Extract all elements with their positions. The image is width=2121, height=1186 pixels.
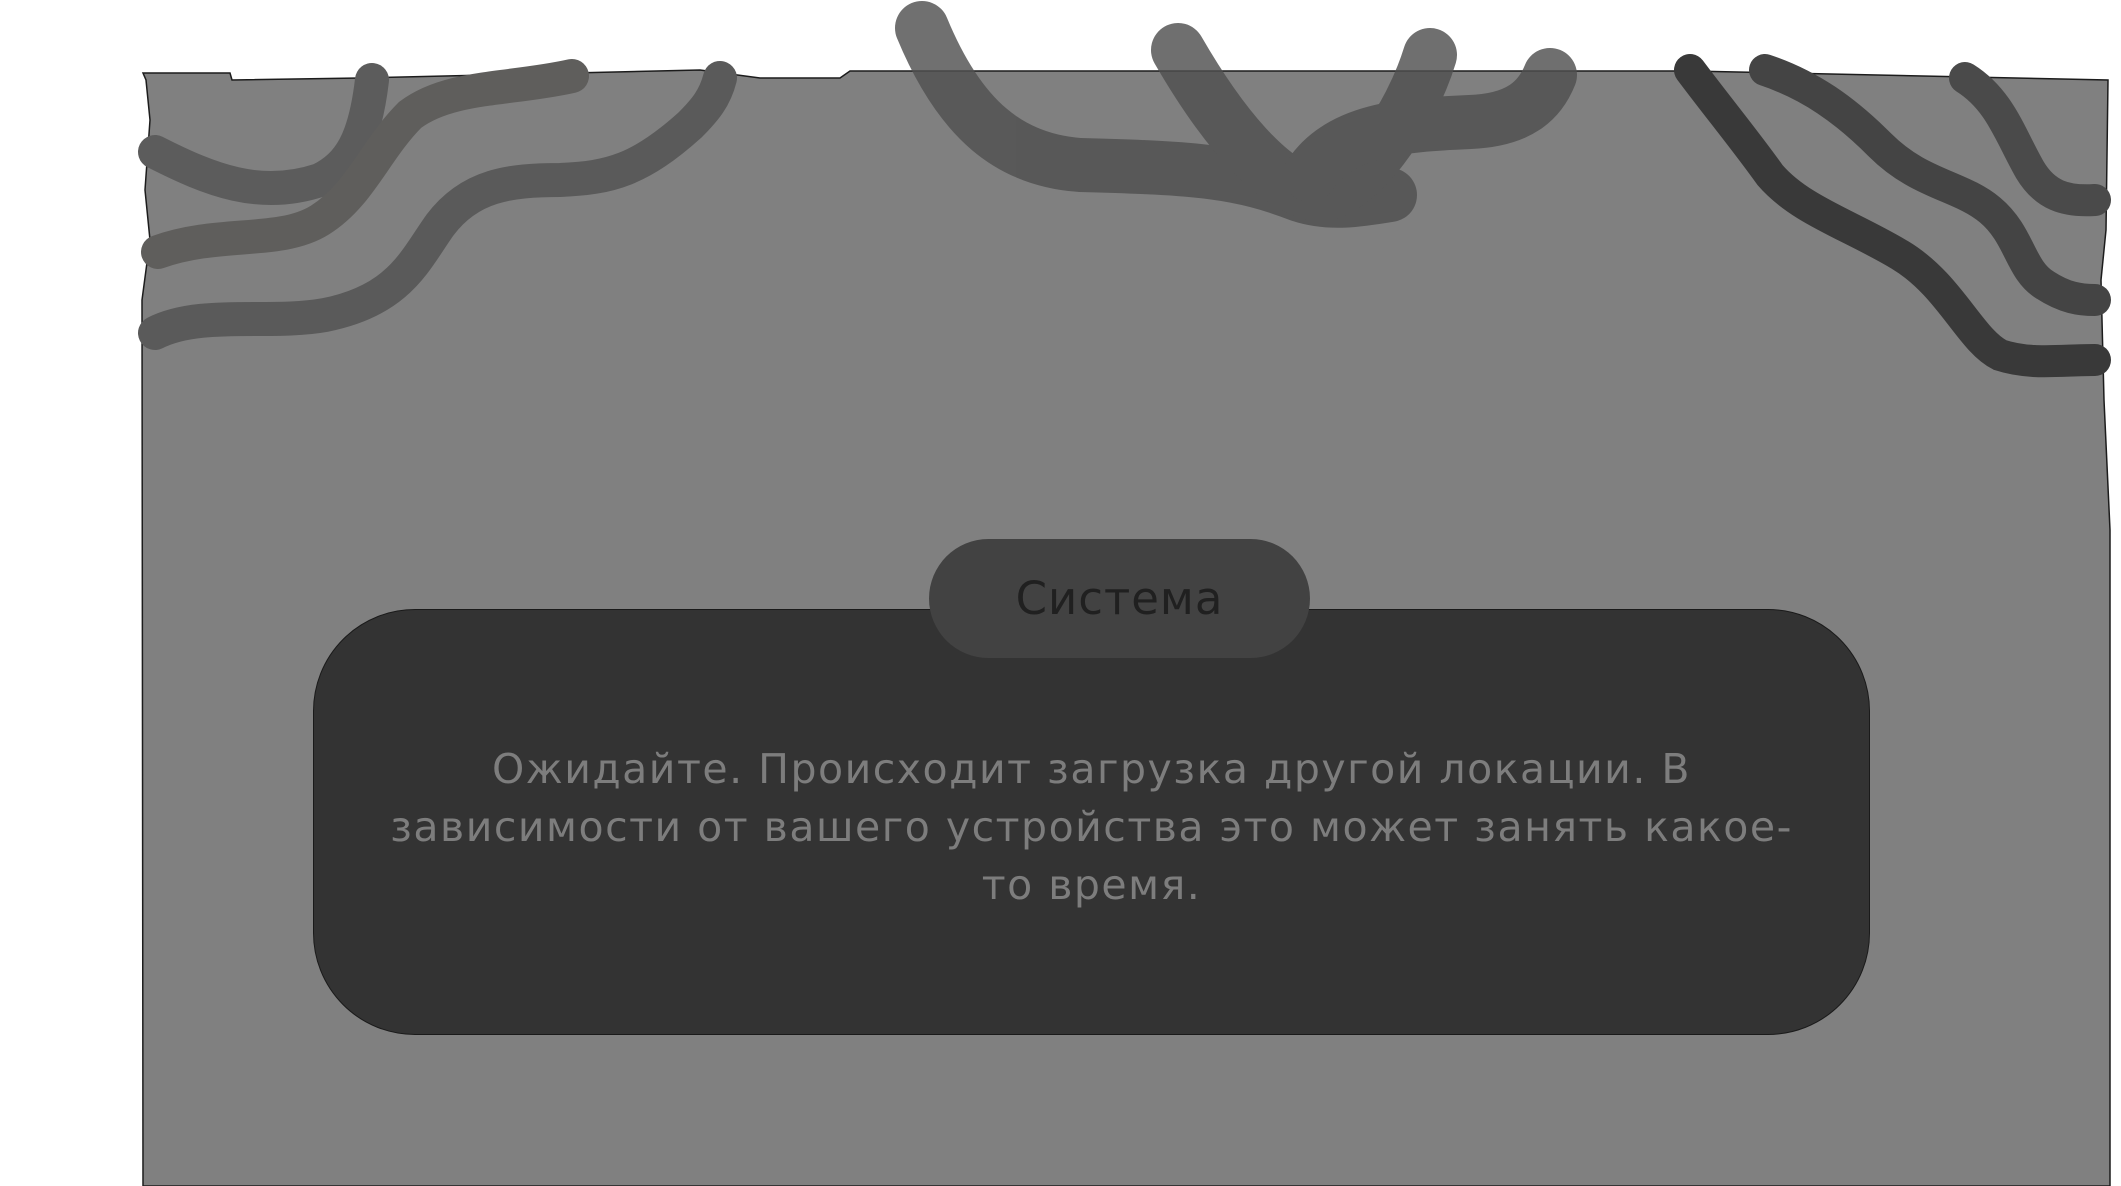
dialog-message: Ожидайте. Происходит загрузка другой лок… — [390, 745, 1793, 909]
speaker-name: Система — [1015, 572, 1224, 625]
loading-screen: Ожидайте. Происходит загрузка другой лок… — [0, 0, 2121, 1186]
dialog-box: Ожидайте. Происходит загрузка другой лок… — [313, 609, 1870, 1035]
speaker-name-tab: Система — [929, 539, 1310, 658]
